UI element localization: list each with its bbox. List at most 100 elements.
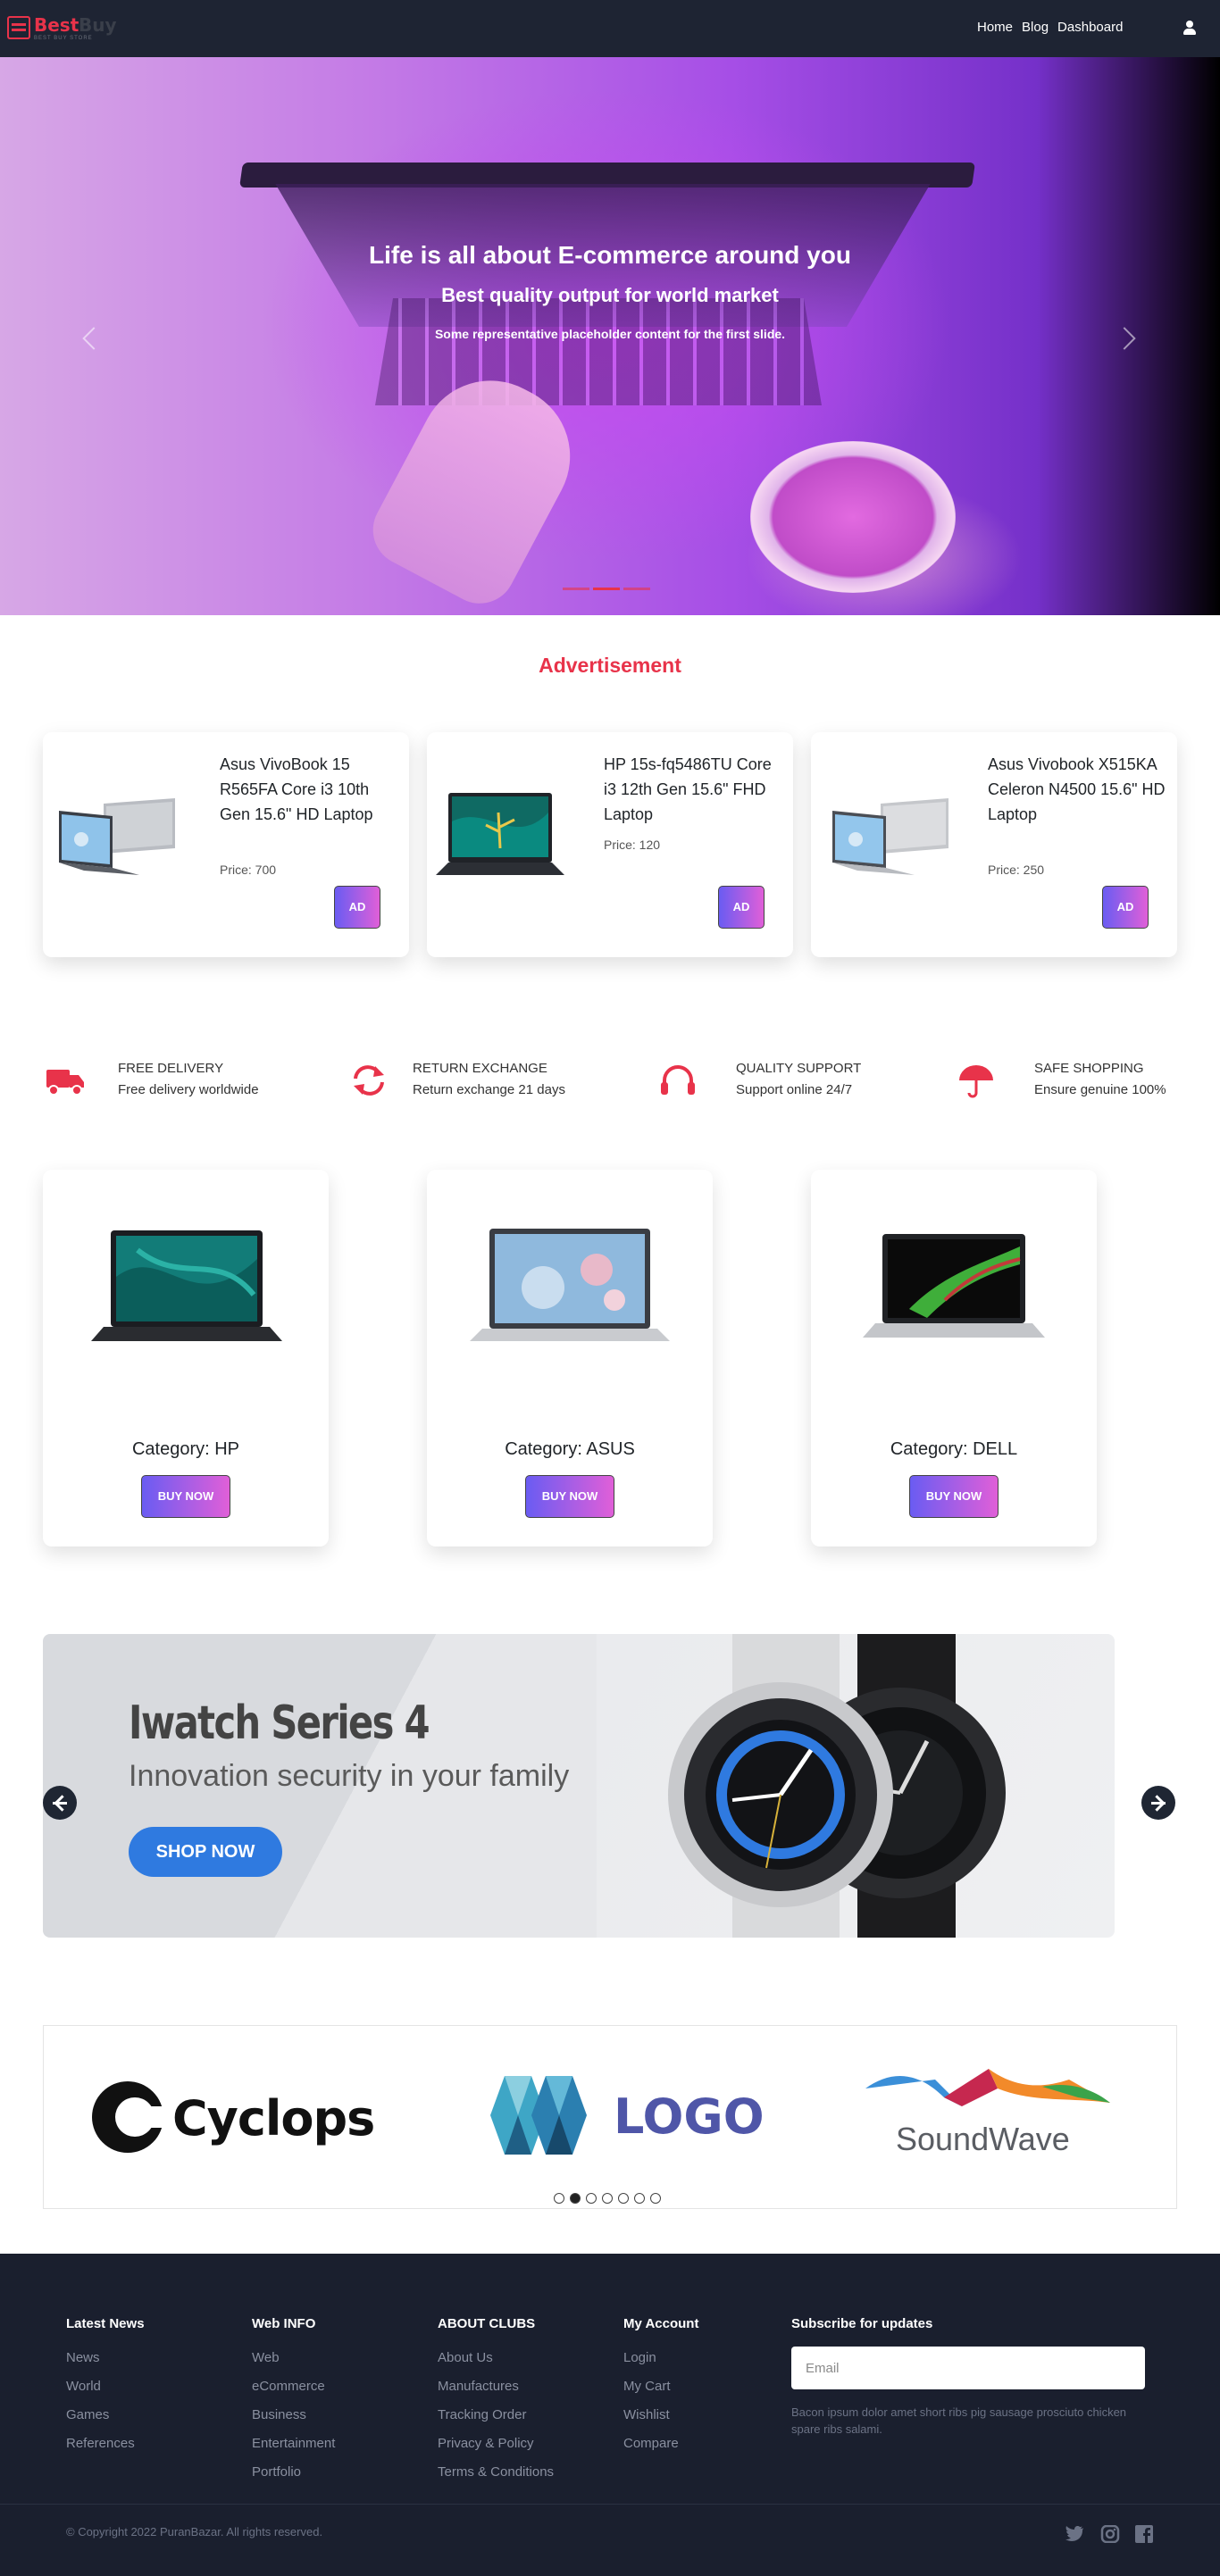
footer-link[interactable]: Wishlist — [623, 2401, 698, 2430]
footer-link[interactable]: Entertainment — [252, 2430, 335, 2458]
buy-now-button[interactable]: BUY NOW — [909, 1475, 999, 1518]
ad-product-name[interactable]: Asus Vivobook X515KA Celeron N4500 15.6"… — [988, 752, 1166, 827]
footer-link[interactable]: World — [66, 2372, 145, 2401]
brand-tagline: BEST BUY STORE — [34, 36, 93, 41]
ad-card[interactable]: Asus Vivobook X515KA Celeron N4500 15.6"… — [811, 732, 1177, 957]
refresh-icon — [354, 1065, 384, 1096]
carousel-dot[interactable] — [586, 2193, 597, 2204]
truck-icon — [46, 1070, 84, 1096]
carousel-dot[interactable] — [618, 2193, 629, 2204]
nav-link-home[interactable]: Home — [977, 20, 1013, 35]
carousel-prev-icon[interactable] — [79, 321, 102, 357]
footer-link[interactable]: Business — [252, 2401, 335, 2430]
feature-description: Free delivery worldwide — [118, 1082, 259, 1097]
buy-now-button[interactable]: BUY NOW — [525, 1475, 614, 1518]
category-card[interactable]: Category: HP BUY NOW — [43, 1170, 329, 1546]
ad-card[interactable]: Asus VivoBook 15 R565FA Core i3 10th Gen… — [43, 732, 409, 957]
footer: Latest News News World Games References … — [0, 2254, 1220, 2576]
subscribe-note: Bacon ipsum dolor amet short ribs pig sa… — [791, 2405, 1127, 2436]
hexagon-logo-icon — [490, 2076, 587, 2155]
footer-column-my-account: My Account Login My Cart Wishlist Compar… — [623, 2316, 698, 2458]
footer-link[interactable]: Web — [252, 2344, 335, 2372]
feature-title: FREE DELIVERY — [118, 1061, 224, 1076]
carousel-next-icon[interactable] — [1116, 321, 1140, 357]
brand-logo[interactable]: Best Buy BEST BUY STORE — [7, 13, 117, 45]
carousel-dot[interactable] — [570, 2193, 581, 2204]
carousel-indicators — [563, 588, 650, 590]
feature-description: Ensure genuine 100% — [1034, 1082, 1166, 1097]
laptop-image — [863, 1234, 1045, 1338]
footer-link[interactable]: Portfolio — [252, 2458, 335, 2487]
feature-description: Return exchange 21 days — [413, 1082, 565, 1097]
cyclops-logo-icon — [92, 2081, 176, 2153]
banner-next-icon[interactable] — [1141, 1786, 1175, 1820]
carousel-indicator[interactable] — [563, 588, 589, 590]
footer-link[interactable]: Manufactures — [438, 2372, 554, 2401]
footer-link[interactable]: eCommerce — [252, 2372, 335, 2401]
promo-banner[interactable]: Iwatch Series 4 Innovation security in y… — [43, 1634, 1115, 1938]
brand-carousel: Cyclops LOGO SoundWave — [43, 2025, 1177, 2209]
instagram-icon[interactable] — [1100, 2525, 1120, 2543]
copyright-text: © Copyright 2022 PuranBazar. All rights … — [66, 2525, 323, 2538]
footer-link[interactable]: Compare — [623, 2430, 698, 2458]
ad-product-name[interactable]: HP 15s-fq5486TU Core i3 12th Gen 15.6" F… — [604, 752, 782, 827]
ad-button[interactable]: AD — [334, 886, 380, 929]
hero-description: Some representative placeholder content … — [434, 327, 786, 341]
carousel-indicator[interactable] — [623, 588, 650, 590]
nav-link-dashboard[interactable]: Dashboard — [1057, 20, 1123, 35]
buy-now-button[interactable]: BUY NOW — [141, 1475, 230, 1518]
navbar: Best Buy BEST BUY STORE Home Blog Dashbo… — [0, 0, 1220, 57]
footer-link[interactable]: News — [66, 2344, 145, 2372]
headphones-icon — [661, 1065, 695, 1095]
brand-name-suffix: Buy — [79, 14, 117, 36]
feature-title: RETURN EXCHANGE — [413, 1061, 547, 1076]
banner-title: Iwatch Series 4 — [129, 1696, 430, 1750]
carousel-dot[interactable] — [650, 2193, 661, 2204]
ad-button[interactable]: AD — [1102, 886, 1149, 929]
twitter-icon[interactable] — [1065, 2525, 1084, 2543]
banner-subtitle: Innovation security in your family — [129, 1759, 570, 1793]
footer-subscribe: Subscribe for updates — [791, 2316, 932, 2344]
brand-logo-soundwave[interactable]: SoundWave — [864, 2062, 1114, 2160]
laptop-image — [436, 793, 564, 875]
carousel-indicator[interactable] — [593, 588, 620, 590]
footer-link[interactable]: About Us — [438, 2344, 554, 2372]
laptop-image — [832, 798, 948, 875]
carousel-dot[interactable] — [554, 2193, 564, 2204]
feature-title: SAFE SHOPPING — [1034, 1061, 1144, 1076]
footer-link[interactable]: My Cart — [623, 2372, 698, 2401]
footer-link[interactable]: References — [66, 2430, 145, 2458]
nav-link-blog[interactable]: Blog — [1022, 20, 1049, 35]
category-card[interactable]: Category: DELL BUY NOW — [811, 1170, 1097, 1546]
brand-logo-cyclops[interactable]: Cyclops — [87, 2062, 390, 2160]
brand-carousel-dots — [554, 2193, 661, 2204]
carousel-dot[interactable] — [634, 2193, 645, 2204]
laptop-image — [470, 1229, 670, 1341]
ad-button[interactable]: AD — [718, 886, 765, 929]
footer-link[interactable]: Terms & Conditions — [438, 2458, 554, 2487]
brand-name: Best — [34, 14, 79, 36]
soundwave-logo-icon — [865, 2069, 1110, 2106]
facebook-icon[interactable] — [1134, 2525, 1154, 2543]
footer-link[interactable]: Games — [66, 2401, 145, 2430]
user-icon[interactable] — [1182, 20, 1197, 36]
hero-title: Life is all about E-commerce around you — [369, 241, 851, 269]
footer-column-about-clubs: ABOUT CLUBS About Us Manufactures Tracki… — [438, 2316, 554, 2487]
footer-link[interactable]: Privacy & Policy — [438, 2430, 554, 2458]
laptop-image — [59, 798, 175, 875]
category-label: Category: DELL — [890, 1439, 1018, 1459]
ad-product-name[interactable]: Asus VivoBook 15 R565FA Core i3 10th Gen… — [220, 752, 398, 827]
footer-link[interactable]: Tracking Order — [438, 2401, 554, 2430]
email-input[interactable] — [791, 2347, 1145, 2389]
footer-heading: ABOUT CLUBS — [438, 2316, 536, 2331]
footer-link[interactable]: Login — [623, 2344, 698, 2372]
banner-prev-icon[interactable] — [43, 1786, 77, 1820]
shop-now-button[interactable]: SHOP NOW — [129, 1827, 282, 1877]
brand-logo-generic[interactable]: LOGO — [478, 2062, 765, 2160]
category-label: Category: HP — [131, 1439, 240, 1459]
ad-card[interactable]: HP 15s-fq5486TU Core i3 12th Gen 15.6" F… — [427, 732, 793, 957]
hero-laptop-image — [239, 163, 975, 188]
subscribe-heading: Subscribe for updates — [791, 2316, 933, 2331]
category-card[interactable]: Category: ASUS BUY NOW — [427, 1170, 713, 1546]
carousel-dot[interactable] — [602, 2193, 613, 2204]
